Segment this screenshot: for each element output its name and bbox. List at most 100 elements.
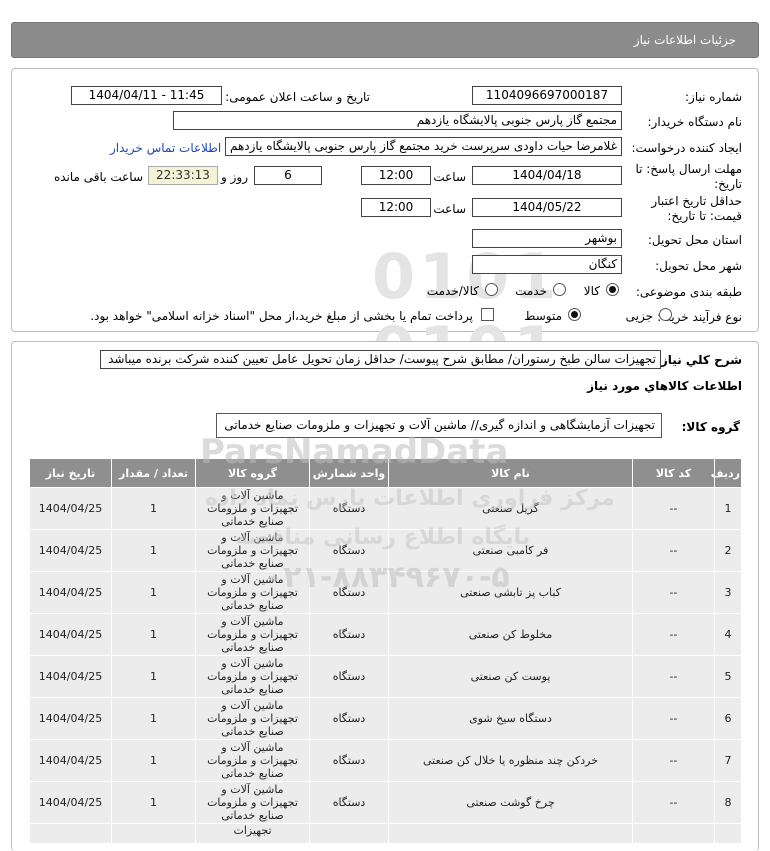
cell-item-name: پوست کن صنعتی <box>388 655 633 698</box>
cell-item-code: -- <box>632 529 715 572</box>
buyer-field: مجتمع گاز پارس جنوبی پالایشگاه یازدهم <box>173 111 622 130</box>
buyer-contact-link[interactable]: اطلاعات تماس خریدار <box>110 141 221 155</box>
cell-item-group: ماشین آلات و تجهیزات و ملزومات صنایع خدم… <box>195 571 310 614</box>
goods-group-label: گروه کالا: <box>681 420 740 434</box>
table-row: 2 -- فر کامبی صنعتی دستگاه ماشین آلات و تجهی… <box>29 529 742 572</box>
purchase-medium-radio[interactable] <box>568 308 581 321</box>
description-field: تجهیزات سالن طبخ رستوران/ مطابق شرح پیوس… <box>100 350 661 369</box>
cell-unit: دستگاه <box>309 739 389 782</box>
category-goods-service-radio[interactable] <box>485 283 498 296</box>
table-row: 7 -- خردکن چند منظوره یا خلال کن صنعتی دستگ… <box>29 739 742 782</box>
cell-item-name: کباب پز تابشی صنعتی <box>388 571 633 614</box>
cell-row-number: 6 <box>714 697 742 740</box>
city-label: شهر محل تحویل: <box>655 259 742 273</box>
announce-field: 1404/04/11 - 11:45 <box>71 86 222 105</box>
cell-row-number: 5 <box>714 655 742 698</box>
table-header-row: ردیف کد کالا نام کالا واحد شمارش گروه کا… <box>29 458 742 488</box>
province-field: بوشهر <box>472 229 622 248</box>
category-goods-label: کالا <box>583 284 600 298</box>
cell-unit: دستگاه <box>309 571 389 614</box>
category-service-radio[interactable] <box>553 283 566 296</box>
cell-item-name: خردکن چند منظوره یا خلال کن صنعتی <box>388 739 633 782</box>
validity-time-label: ساعت <box>433 202 466 216</box>
cell-quantity: 1 <box>111 697 196 740</box>
need-number-label: شماره نیاز: <box>685 90 742 104</box>
col-need-date: تاریخ نیاز <box>29 458 112 488</box>
cell-item-code: -- <box>632 739 715 782</box>
goods-group-value: تجهیزات آزمایشگاهی و اندازه گیری// ماشین… <box>224 418 655 432</box>
cell-quantity: 1 <box>111 781 196 824</box>
cell-quantity: 1 <box>111 613 196 656</box>
cell-item-code <box>632 823 715 844</box>
cell-item-group: ماشین آلات و تجهیزات و ملزومات صنایع خدم… <box>195 697 310 740</box>
cell-quantity: 1 <box>111 739 196 782</box>
category-label: طبقه بندی موضوعی: <box>635 285 742 299</box>
col-row-number: ردیف <box>711 458 742 488</box>
page-title: جزئیات اطلاعات نیاز <box>633 33 736 47</box>
category-goods-radio[interactable] <box>606 283 619 296</box>
category-service-label: خدمت <box>515 284 547 298</box>
col-item-code: کد کالا <box>632 458 715 488</box>
cell-row-number: 2 <box>714 529 742 572</box>
cell-item-group: ماشین آلات و تجهیزات و ملزومات صنایع خدم… <box>195 655 310 698</box>
cell-item-group: ماشین آلات و تجهیزات و ملزومات صنایع خدم… <box>195 781 310 824</box>
cell-item-name: چرخ گوشت صنعتی <box>388 781 633 824</box>
cell-item-code: -- <box>632 655 715 698</box>
cell-need-date: 1404/04/25 <box>29 781 112 824</box>
treasury-payment-note: پرداخت تمام یا بخشی از مبلغ خرید،از محل … <box>90 309 473 323</box>
cell-row-number: 1 <box>714 487 742 530</box>
cell-need-date: 1404/04/25 <box>29 739 112 782</box>
purchase-minor-label: جزیی <box>625 309 653 323</box>
days-field: 6 <box>254 166 322 185</box>
cell-quantity <box>111 823 196 844</box>
col-item-group: گروه کالا <box>195 458 310 488</box>
province-label: استان محل تحویل: <box>647 233 742 247</box>
col-unit: واحد شمارش <box>309 458 389 488</box>
page-header: جزئیات اطلاعات نیاز <box>11 22 759 58</box>
table-row: 3 -- کباب پز تابشی صنعتی دستگاه ماشین آلات و… <box>29 571 742 614</box>
cell-item-code: -- <box>632 571 715 614</box>
table-row: 4 -- مخلوط کن صنعتی دستگاه ماشین آلات و تجهی… <box>29 613 742 656</box>
items-table: ردیف کد کالا نام کالا واحد شمارش گروه کا… <box>29 458 742 844</box>
table-row: 6 -- دستگاه سیخ شوی دستگاه ماشین آلات و تجهی… <box>29 697 742 740</box>
cell-item-code: -- <box>632 697 715 740</box>
cell-unit <box>309 823 389 844</box>
cell-need-date: 1404/04/25 <box>29 487 112 530</box>
cell-item-group: ماشین آلات و تجهیزات و ملزومات صنایع خدم… <box>195 613 310 656</box>
cell-unit: دستگاه <box>309 781 389 824</box>
treasury-payment-checkbox[interactable] <box>481 308 494 321</box>
city-field: کنگان <box>472 255 622 274</box>
cell-need-date: 1404/04/25 <box>29 571 112 614</box>
cell-item-code: -- <box>632 781 715 824</box>
cell-row-number: 3 <box>714 571 742 614</box>
buyer-label: نام دستگاه خریدار: <box>647 115 743 129</box>
purchase-minor-radio[interactable] <box>659 308 672 321</box>
deadline-label: مهلت ارسال پاسخ: تا تاریخ: <box>635 162 742 191</box>
table-row: 5 -- پوست کن صنعتی دستگاه ماشین آلات و تجهیز… <box>29 655 742 698</box>
need-number-field: 1104096697000187 <box>472 86 622 105</box>
cell-item-group: ماشین آلات و تجهیزات و ملزومات صنایع خدم… <box>195 529 310 572</box>
remaining-label: ساعت باقی مانده <box>53 170 143 184</box>
cell-row-number: 8 <box>714 781 742 824</box>
table-row: 8 -- چرخ گوشت صنعتی دستگاه ماشین آلات و تجهی… <box>29 781 742 824</box>
cell-item-group: تجهیزات <box>195 823 310 844</box>
creator-label: ایجاد کننده درخواست: <box>631 141 742 155</box>
cell-item-name: گریل صنعتی <box>388 487 633 530</box>
cell-item-name <box>388 823 633 844</box>
col-item-name: نام کالا <box>388 458 633 488</box>
cell-need-date: 1404/04/25 <box>29 697 112 740</box>
cell-item-group: ماشین آلات و تجهیزات و ملزومات صنایع خدم… <box>195 487 310 530</box>
cell-item-name: فر کامبی صنعتی <box>388 529 633 572</box>
cell-row-number <box>714 823 742 844</box>
cell-item-group: ماشین آلات و تجهیزات و ملزومات صنایع خدم… <box>195 739 310 782</box>
cell-row-number: 7 <box>714 739 742 782</box>
deadline-time-field: 12:00 <box>361 166 431 185</box>
table-row: تجهیزات <box>29 823 742 844</box>
deadline-date-field: 1404/04/18 <box>472 166 622 185</box>
cell-unit: دستگاه <box>309 655 389 698</box>
table-row: 1 -- گریل صنعتی دستگاه ماشین آلات و تجهیزات … <box>29 487 742 530</box>
category-goods-service-label: کالا/خدمت <box>426 284 479 298</box>
cell-unit: دستگاه <box>309 697 389 740</box>
cell-quantity: 1 <box>111 655 196 698</box>
description-label: شرح کلي نياز: <box>656 353 742 367</box>
